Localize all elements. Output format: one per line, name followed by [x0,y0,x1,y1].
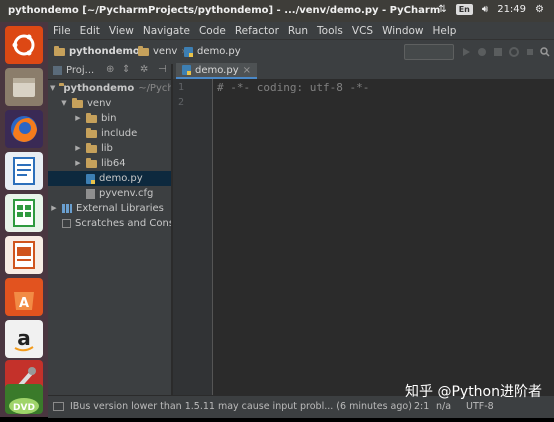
project-view-icon [53,66,62,75]
tree-item-lib[interactable]: ▶ lib [74,141,113,156]
menu-help[interactable]: Help [433,25,457,37]
folder-icon [72,97,83,108]
chevron-right-icon: ▶ [75,144,81,152]
config-file-icon [86,188,95,199]
python-file-icon [182,65,191,75]
volume-icon[interactable]: 🔊︎ [482,4,488,15]
tree-item-scratches[interactable]: Scratches and Console [62,216,171,231]
editor-tab-bar: demo.py × [173,63,554,80]
power-icon[interactable]: ⚙ [535,4,544,15]
window-title: pythondemo [~/PycharmProjects/pythondemo… [8,5,441,16]
collapse-icon[interactable]: ⇕ [122,64,130,75]
menu-code[interactable]: Code [199,25,226,37]
folder-icon [86,157,97,168]
gear-icon[interactable]: ✲ [140,64,148,75]
python-file-icon [184,46,193,57]
profile-icon[interactable] [509,47,519,57]
chevron-down-icon: ▼ [61,99,67,107]
tree-item-demo-py[interactable]: demo.py [48,171,171,186]
folder-icon [86,112,97,123]
run-icon[interactable] [461,47,471,57]
network-icon[interactable]: ⇅ [438,4,446,15]
calc-icon[interactable] [5,194,43,232]
tree-item-pythondemo[interactable]: ▼ pythondemo ~/Pych [48,81,171,96]
files-icon[interactable] [5,68,43,106]
menu-bar: File Edit View Navigate Code Refactor Ru… [48,22,554,39]
debug-icon[interactable] [477,47,487,57]
impress-icon[interactable] [5,236,43,274]
coverage-icon[interactable] [493,47,503,57]
menu-view[interactable]: View [109,25,134,37]
tree-item-external-libraries[interactable]: ▶ External Libraries [50,201,164,216]
amazon-icon[interactable]: a [5,320,43,358]
menu-window[interactable]: Window [382,25,423,37]
menu-file[interactable]: File [53,25,71,37]
run-configuration-combo[interactable] [404,44,454,60]
hide-icon[interactable]: ⊣ [158,64,167,75]
software-center-icon[interactable]: A [5,278,43,316]
tree-item-lib64[interactable]: ▶ lib64 [74,156,126,171]
writer-icon[interactable] [5,152,43,190]
line-number-gutter: 1 2 [173,79,213,395]
file-encoding[interactable]: UTF-8 [466,401,494,412]
line-number: 1 [178,82,185,93]
scratch-icon [62,219,71,228]
ubuntu-dash-icon[interactable] [5,26,43,64]
tree-item-venv[interactable]: ▼ venv [60,96,111,111]
python-file-icon [86,173,95,184]
chevron-right-icon: ▶ [75,114,81,122]
chevron-down-icon: ▼ [50,84,56,92]
dvd-icon[interactable]: DVD [5,384,43,414]
tab-demo-py[interactable]: demo.py × [176,63,258,79]
folder-icon [54,45,65,56]
tree-item-include[interactable]: include [86,126,137,141]
line-separator[interactable]: n/a [436,401,451,412]
breadcrumb-file[interactable]: demo.py [184,46,241,57]
menu-vcs[interactable]: VCS [352,25,373,37]
folder-icon [138,45,149,56]
project-view-selector[interactable]: Proj... [66,65,94,76]
system-top-panel: pythondemo [~/PycharmProjects/pythondemo… [0,0,554,22]
folder-icon [86,127,97,138]
folder-icon [86,142,97,153]
project-panel-header: Proj... ⊕ ⇕ ✲ ⊣ [48,63,171,80]
menu-run[interactable]: Run [288,25,308,37]
stop-icon[interactable] [525,47,535,57]
search-icon[interactable] [540,47,550,57]
library-icon [62,204,72,213]
unity-launcher: A a DVD [0,22,48,417]
chevron-right-icon: ▶ [51,204,57,212]
firefox-icon[interactable] [5,110,43,148]
menu-refactor[interactable]: Refactor [235,25,279,37]
line-number: 2 [178,97,185,108]
breadcrumb-project[interactable]: pythondemo › [54,45,148,57]
system-tray: ⇅ En 🔊︎ 21:49 ⚙ [438,4,544,15]
caret-position[interactable]: 2:1 [414,401,429,412]
locate-icon[interactable]: ⊕ [106,64,114,75]
tree-item-bin[interactable]: ▶ bin [74,111,116,126]
chevron-right-icon: ▶ [75,159,81,167]
keyboard-layout-indicator[interactable]: En [455,4,473,15]
status-message[interactable]: IBus version lower than 1.5.11 may cause… [70,401,412,412]
project-tree: ▼ pythondemo ~/Pych ▼ venv ▶ bin include… [48,80,171,395]
svg-text:a: a [17,326,31,350]
menu-edit[interactable]: Edit [80,25,100,37]
code-line[interactable]: # -*- coding: utf-8 -*- [217,81,369,94]
watermark: 知乎 @Python进阶者 [405,384,542,400]
svg-text:DVD: DVD [13,403,35,413]
breadcrumb-venv[interactable]: venv › [138,45,185,57]
svg-text:A: A [19,296,29,311]
code-editor[interactable]: # -*- coding: utf-8 -*- [213,79,554,395]
navigation-bar: pythondemo › venv › demo.py [48,39,554,64]
pycharm-window: File Edit View Navigate Code Refactor Ru… [48,22,554,418]
clock[interactable]: 21:49 [497,4,526,15]
tool-windows-icon[interactable] [53,402,64,411]
close-icon[interactable]: × [243,65,251,76]
menu-tools[interactable]: Tools [317,25,343,37]
menu-navigate[interactable]: Navigate [143,25,190,37]
tree-item-pyvenv-cfg[interactable]: pyvenv.cfg [86,186,153,201]
